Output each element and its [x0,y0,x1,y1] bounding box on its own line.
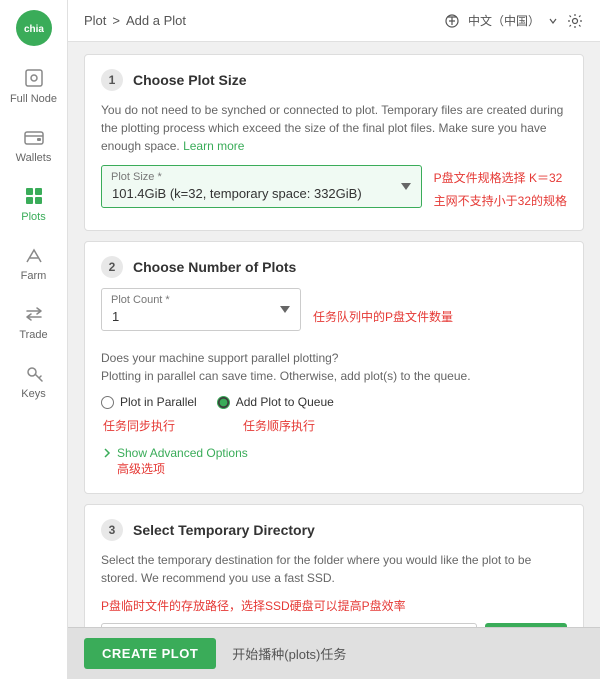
language-label[interactable]: 中文（中国） [468,12,540,29]
section-num-plots: 2 Choose Number of Plots Plot Count * 1 … [84,241,584,494]
keys-icon [22,361,46,385]
sidebar-item-plots[interactable]: Plots [0,174,67,233]
sidebar-item-label: Plots [21,211,45,223]
radio-parallel-input[interactable] [101,396,114,409]
header-controls: 中文（中国） [444,12,584,30]
gear-icon[interactable] [566,12,584,30]
breadcrumb: Plot > Add a Plot [84,13,186,28]
section1-number: 1 [101,69,123,91]
full-node-icon [22,66,46,90]
sidebar-item-wallets[interactable]: Wallets [0,115,67,174]
plot-count-label: Plot Count * [111,294,170,306]
radio-parallel[interactable]: Plot in Parallel [101,395,197,409]
trade-icon [22,302,46,326]
main-area: Plot > Add a Plot 中文（中国） 1 Choose Pl [68,0,600,679]
radio-queue-input[interactable] [217,396,230,409]
footer-bar: CREATE PLOT 开始播种(plots)任务 [68,627,600,679]
annotation-temp: P盘临时文件的存放路径，选择SSD硬盘可以提高P盘效率 [101,597,567,616]
section3-title: Select Temporary Directory [133,522,315,538]
footer-annotation: 开始播种(plots)任务 [232,644,346,663]
sidebar-item-keys[interactable]: Keys [0,351,67,410]
sidebar-item-full-node[interactable]: Full Node [0,56,67,115]
section-plot-size: 1 Choose Plot Size You do not need to be… [84,54,584,231]
section2-number: 2 [101,256,123,278]
sidebar: chia Full Node Wallets [0,0,68,679]
radio-parallel-label: Plot in Parallel [120,395,197,409]
parallel-radio-group: Plot in Parallel Add Plot to Queue [101,395,567,409]
temp-folder-group: Temporary folder location * [101,623,477,627]
section2-title: Choose Number of Plots [133,259,296,275]
section3-number: 3 [101,519,123,541]
annotation-min32: 主网不支持小于32的规格 [434,192,567,211]
sidebar-item-label: Farm [21,270,47,282]
sidebar-item-label: Keys [21,388,45,400]
learn-more-link[interactable]: Learn more [183,139,244,153]
annotation-parallel: 任务同步执行 [103,417,175,436]
section3-header: 3 Select Temporary Directory [101,519,567,541]
temp-folder-input[interactable] [101,623,477,627]
section1-header: 1 Choose Plot Size [101,69,567,91]
sidebar-item-farm[interactable]: Farm [0,233,67,292]
annotation-k32: P盘文件规格选择 K＝32 [434,169,567,188]
wallets-icon [22,125,46,149]
translate-icon [444,13,460,29]
annotation-advanced: 高级选项 [117,462,165,476]
farm-icon [22,243,46,267]
svg-text:chia: chia [23,24,43,35]
app-logo: chia [14,8,54,48]
section2-header: 2 Choose Number of Plots [101,256,567,278]
section1-title: Choose Plot Size [133,72,247,88]
plots-icon [22,184,46,208]
sidebar-item-label: Full Node [10,93,57,105]
show-advanced-label-1: Show Advanced Options [117,446,248,460]
sidebar-item-label: Wallets [16,152,52,164]
annotation-queue: 任务顺序执行 [243,417,315,436]
breadcrumb-parent: Plot [84,13,106,28]
sidebar-item-trade[interactable]: Trade [0,292,67,351]
plot-count-group: Plot Count * 1 [101,288,301,331]
section-temp-dir: 3 Select Temporary Directory Select the … [84,504,584,627]
chevron-right-icon [101,447,113,459]
header: Plot > Add a Plot 中文（中国） [68,0,600,42]
radio-queue-label: Add Plot to Queue [236,395,334,409]
sidebar-item-label: Trade [19,329,47,341]
show-advanced-1[interactable]: Show Advanced Options [101,446,567,460]
breadcrumb-current: Add a Plot [126,13,186,28]
annotation-count: 任务队列中的P盘文件数量 [313,288,453,327]
plot-size-group: Plot Size * 101.4GiB (k=32, temporary sp… [101,165,422,208]
create-plot-button[interactable]: CREATE PLOT [84,638,216,669]
breadcrumb-separator: > [112,13,120,28]
section1-description: You do not need to be synched or connect… [101,101,567,155]
radio-queue[interactable]: Add Plot to Queue [217,395,334,409]
page-content: 1 Choose Plot Size You do not need to be… [68,42,600,627]
parallel-desc: Does your machine support parallel plott… [101,349,567,385]
section3-description: Select the temporary destination for the… [101,551,567,587]
plot-size-label: Plot Size * [111,171,162,183]
chevron-down-icon [548,16,558,26]
